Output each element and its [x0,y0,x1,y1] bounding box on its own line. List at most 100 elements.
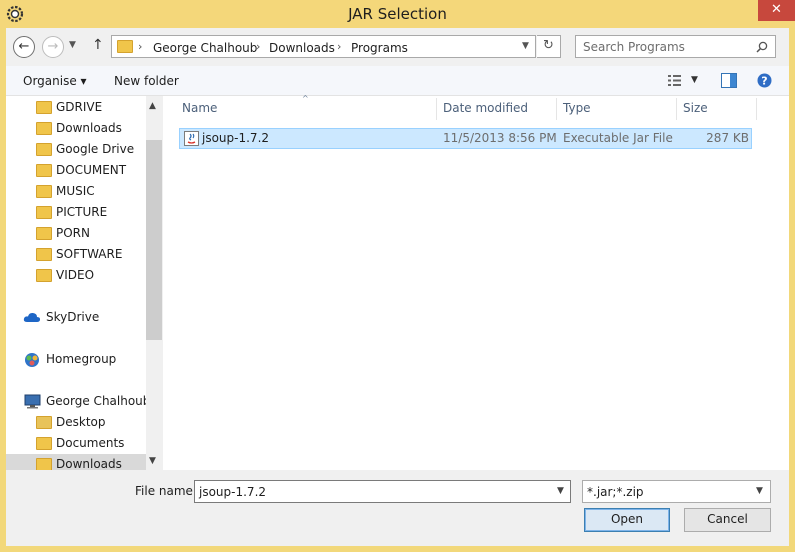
cloud-icon [23,312,41,322]
nav-item-label: VIDEO [56,268,95,282]
svg-text:?: ? [761,75,767,88]
nav-item-label: PORN [56,226,90,240]
address-history-chevron-icon[interactable]: ▼ [522,41,529,51]
nav-item-label: SOFTWARE [56,247,123,261]
file-type-filter-value: *.jar;*.zip [587,485,644,499]
file-date-modified: 11/5/2013 8:56 PM [443,131,557,145]
breadcrumb-downloads[interactable]: Downloads [269,41,335,55]
downloads-folder-icon [36,122,52,135]
close-button[interactable]: ✕ [758,0,795,21]
column-divider[interactable] [556,98,557,120]
column-header-size[interactable]: Size [683,101,708,115]
folder-icon [36,269,52,282]
address-bar[interactable]: › George Chalhoub › Downloads › Programs… [111,35,536,58]
nav-item-label: SkyDrive [46,310,100,324]
filter-dropdown-chevron-icon[interactable]: ▼ [756,486,763,496]
folder-icon [36,164,52,177]
column-header-name[interactable]: Name [182,101,217,115]
file-row-selected[interactable]: jsoup-1.7.2 11/5/2013 8:56 PM Executable… [179,128,752,149]
nav-item-downloads-selected[interactable]: Downloads [6,454,146,470]
file-type-filter-select[interactable]: *.jar;*.zip ▼ [582,480,771,503]
column-divider[interactable] [436,98,437,120]
scroll-up-arrow-icon[interactable]: ▲ [149,101,156,111]
nav-item-label: Documents [56,436,125,450]
breadcrumb-separator-icon: › [256,40,261,53]
breadcrumb-george-chalhoub[interactable]: George Chalhoub [153,41,257,55]
nav-item-picture[interactable]: PICTURE [6,202,156,223]
back-button[interactable]: ← [13,36,35,58]
search-box[interactable]: Search Programs [575,35,776,58]
breadcrumb-programs[interactable]: Programs [351,41,408,55]
nav-item-label: GDRIVE [56,100,103,114]
search-input[interactable]: Search Programs [583,40,685,54]
column-header-type[interactable]: Type [563,101,591,115]
nav-item-desktop[interactable]: Desktop [6,412,156,433]
nav-item-homegroup[interactable]: Homegroup [6,349,156,370]
folder-icon [36,101,52,114]
file-name-value: jsoup-1.7.2 [199,485,267,499]
scroll-down-arrow-icon[interactable]: ▼ [149,456,156,466]
file-name-field[interactable]: jsoup-1.7.2 ▼ [194,480,571,503]
desktop-folder-icon [36,416,52,429]
cancel-button[interactable]: Cancel [684,508,771,532]
downloads-folder-icon [36,458,52,470]
nav-item-skydrive[interactable]: SkyDrive [6,307,156,328]
nav-item-computer[interactable]: George Chalhoub [6,391,156,412]
nav-item-porn[interactable]: PORN [6,223,156,244]
column-header-date-modified[interactable]: Date modified [443,101,528,115]
nav-item-label: Google Drive [56,142,135,156]
organise-menu-button[interactable]: Organise ▾ [23,74,87,88]
refresh-icon: ↻ [543,38,554,53]
breadcrumb-separator-icon: › [337,40,342,53]
forward-button[interactable]: → [42,36,64,58]
view-options-icon[interactable] [667,74,683,87]
nav-item-label: PICTURE [56,205,108,219]
nav-item-software[interactable]: SOFTWARE [6,244,156,265]
nav-item-music[interactable]: MUSIC [6,181,156,202]
java-jar-file-icon [184,131,199,146]
nav-item-document[interactable]: DOCUMENT [6,160,156,181]
folder-icon [36,248,52,261]
up-button[interactable]: ↑ [92,37,104,53]
arrow-up-icon: ↑ [92,37,104,53]
folder-icon [117,40,133,53]
arrow-right-icon: → [47,39,59,54]
open-button[interactable]: Open [584,508,670,532]
file-name: jsoup-1.7.2 [202,131,270,145]
recent-locations-chevron-icon[interactable]: ▼ [69,40,76,50]
folder-icon [36,206,52,219]
refresh-button[interactable]: ↻ [537,35,561,58]
nav-item-documents[interactable]: Documents [6,433,156,454]
column-divider[interactable] [756,98,757,120]
preview-pane-icon[interactable] [721,73,737,88]
window-title: JAR Selection [348,5,447,23]
help-icon[interactable]: ? [757,73,772,88]
breadcrumb-separator-icon: › [138,40,143,53]
nav-item-downloads[interactable]: Downloads [6,118,156,139]
nav-item-label: Downloads [56,457,122,470]
folder-icon [36,227,52,240]
homegroup-icon [25,353,39,367]
nav-item-label: Homegroup [46,352,117,366]
nav-item-video[interactable]: VIDEO [6,265,156,286]
file-name-dropdown-chevron-icon[interactable]: ▼ [557,486,564,496]
arrow-left-icon: ← [18,39,30,54]
navigation-pane[interactable]: GDRIVE Downloads Google Drive DOCUMENT M… [6,96,162,470]
nav-item-label: DOCUMENT [56,163,127,177]
file-list-pane[interactable] [163,96,789,470]
file-type: Executable Jar File [563,131,673,145]
documents-folder-icon [36,437,52,450]
view-options-chevron-icon[interactable]: ▼ [691,75,698,85]
file-name-label: File name: [135,484,197,498]
column-divider[interactable] [676,98,677,120]
search-icon[interactable] [756,41,768,53]
nav-item-label: Desktop [56,415,106,429]
new-folder-button[interactable]: New folder [114,74,179,88]
google-drive-folder-icon [36,143,52,156]
folder-icon [36,185,52,198]
nav-item-google-drive[interactable]: Google Drive [6,139,156,160]
nav-item-gdrive[interactable]: GDRIVE [6,97,156,118]
nav-item-label: Downloads [56,121,122,135]
nav-scrollbar-thumb[interactable] [146,140,162,340]
computer-user-icon [24,394,41,409]
